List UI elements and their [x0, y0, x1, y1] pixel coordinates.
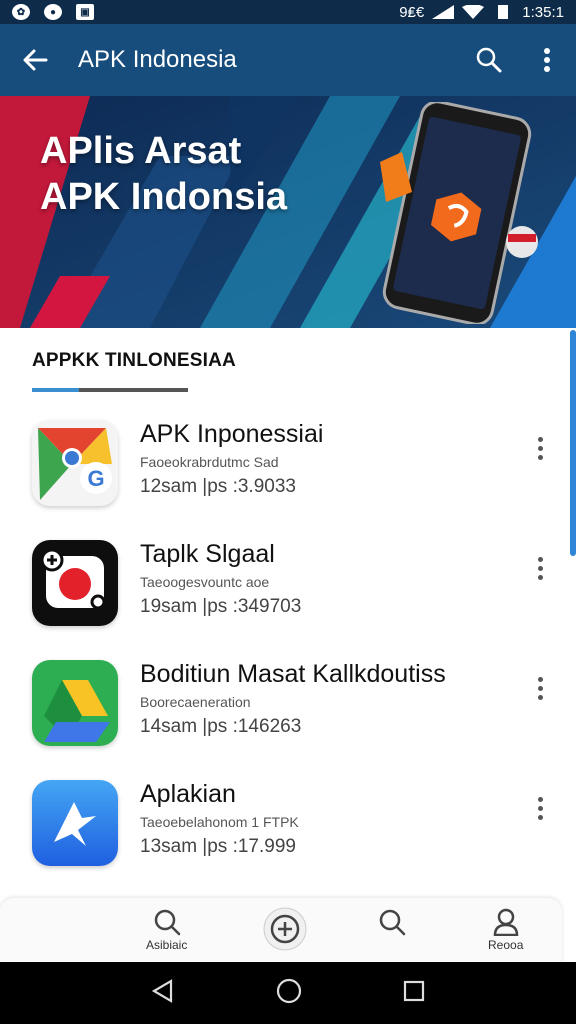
nav-label: Asibiaic: [146, 938, 188, 952]
app-meta: 13sam |ps :17.999: [140, 836, 296, 857]
triangle-back-icon: [151, 978, 172, 1003]
list-item[interactable]: Aplakian Taeoebelahonom 1 FTPK 13sam |ps…: [0, 780, 576, 900]
overflow-menu-button[interactable]: [518, 24, 576, 96]
recents-nav-button[interactable]: [403, 980, 425, 1007]
home-nav-button[interactable]: [276, 978, 302, 1009]
phone-illustration: [380, 102, 538, 324]
add-circle-icon: [263, 907, 307, 951]
arrow-left-icon: [23, 49, 48, 71]
circle-home-icon: [276, 978, 302, 1003]
back-nav-button[interactable]: [151, 978, 175, 1008]
bottom-navigation: Asibiaic Reooa: [0, 898, 562, 964]
search-icon: [476, 47, 502, 73]
app-name: APK Inponessiai: [140, 420, 324, 448]
app-subtitle: Boorecaeneration: [140, 694, 251, 710]
banner-line-1: APlis Arsat: [40, 130, 242, 172]
app-store-app-icon: [32, 780, 118, 866]
app-subtitle: Taeoogesvountc aoe: [140, 574, 270, 590]
clock: 1:35:1: [522, 3, 564, 21]
page-title: APK Indonesia: [78, 46, 237, 73]
banner-headline: APlis Arsat APK Indonsia: [40, 128, 287, 220]
more-options-button[interactable]: [524, 428, 556, 468]
google-chrome-app-icon: G: [32, 420, 118, 506]
drive-app-icon: [32, 660, 118, 746]
back-button[interactable]: [0, 24, 70, 96]
nav-label: Reooa: [488, 938, 524, 952]
status-bar: ✿ ● ▣ 9₤€ 1:35:1: [0, 0, 576, 24]
network-text: 9₤€: [399, 3, 425, 21]
search-icon: [379, 909, 406, 936]
more-options-button[interactable]: [524, 668, 556, 708]
message-notification-icon: ●: [44, 4, 62, 20]
app-name: Boditiun Masat Kallkdoutiss: [140, 660, 446, 688]
app-bar: APK Indonesia: [0, 24, 576, 96]
signal-icon: [432, 5, 455, 19]
search-icon: [154, 909, 180, 936]
system-indicators: 9₤€ 1:35:1: [399, 4, 564, 21]
app-meta: 14sam |ps :146263: [140, 716, 302, 737]
svg-text:G: G: [87, 466, 104, 491]
camera-app-icon: [32, 540, 118, 626]
app-subtitle: Faoeokrabrdutmc Sad: [140, 454, 279, 470]
more-options-button[interactable]: [524, 788, 556, 828]
app-name: Taplk Slgaal: [140, 540, 275, 568]
app-notification-icon: ✿: [12, 4, 30, 20]
app-meta: 12sam |ps :3.9033: [140, 476, 296, 497]
section-underline: [32, 388, 188, 392]
nav-explore-tab[interactable]: [378, 908, 406, 936]
list-item[interactable]: Boditiun Masat Kallkdoutiss Boorecaenera…: [0, 660, 576, 780]
wifi-icon: [462, 5, 485, 19]
app-name: Aplakian: [140, 780, 236, 808]
section-title: APPKK TINLONESIAA: [32, 350, 236, 371]
nav-profile-tab[interactable]: Reooa: [488, 908, 523, 952]
nav-search-tab[interactable]: Asibiaic: [146, 908, 187, 952]
search-button[interactable]: [460, 24, 518, 96]
more-vert-icon: [544, 48, 550, 72]
app-subtitle: Taeoebelahonom 1 FTPK: [140, 814, 299, 830]
battery-icon: [498, 5, 509, 19]
banner-line-2: APK Indonsia: [40, 176, 288, 218]
nav-add-button[interactable]: [262, 906, 308, 952]
promo-banner[interactable]: APlis Arsat APK Indonsia: [0, 96, 576, 328]
tv-notification-icon: ▣: [76, 4, 94, 20]
app-meta: 19sam |ps :349703: [140, 596, 302, 617]
system-navigation-bar: [0, 962, 576, 1024]
list-item[interactable]: Taplk Slgaal Taeoogesvountc aoe 19sam |p…: [0, 540, 576, 660]
person-icon: [493, 908, 518, 936]
more-options-button[interactable]: [524, 548, 556, 588]
square-recents-icon: [404, 980, 425, 1001]
notification-icons: ✿ ● ▣: [12, 4, 94, 20]
list-item[interactable]: G APK Inponessiai Faoeokrabrdutmc Sad 12…: [0, 420, 576, 540]
